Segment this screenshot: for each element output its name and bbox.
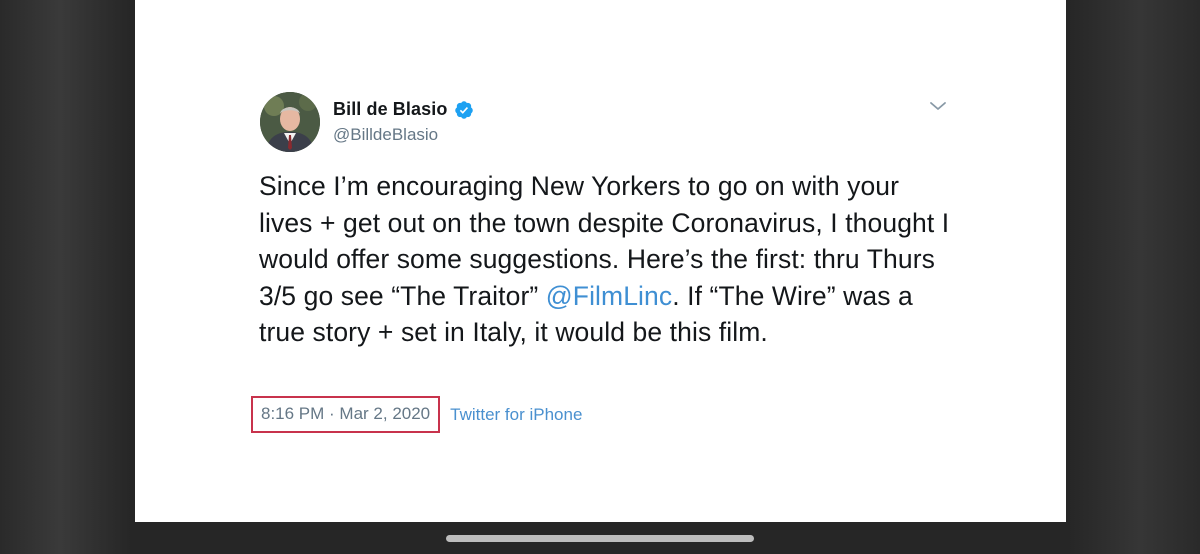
tweet-text: Since I’m encouraging New Yorkers to go … [259,168,959,351]
author-display-name[interactable]: Bill de Blasio [333,99,447,120]
avatar-image [260,92,320,152]
home-indicator[interactable] [446,535,754,542]
source-link[interactable]: Twitter for iPhone [450,405,582,425]
chevron-down-icon[interactable] [927,97,949,115]
verified-badge-icon [455,100,474,119]
tweet-card: Bill de Blasio @BilldeBlasio Since I’m e… [135,0,1066,522]
tweet-meta: 8:16 PM · Mar 2, 2020 Twitter for iPhone [251,396,582,433]
avatar[interactable] [260,92,320,152]
mention-link[interactable]: @FilmLinc [546,281,672,311]
timestamp[interactable]: 8:16 PM · Mar 2, 2020 [251,396,441,433]
author-handle[interactable]: @BilldeBlasio [333,125,438,145]
author-name-row: Bill de Blasio [333,99,474,120]
screen: Bill de Blasio @BilldeBlasio Since I’m e… [0,0,1200,554]
